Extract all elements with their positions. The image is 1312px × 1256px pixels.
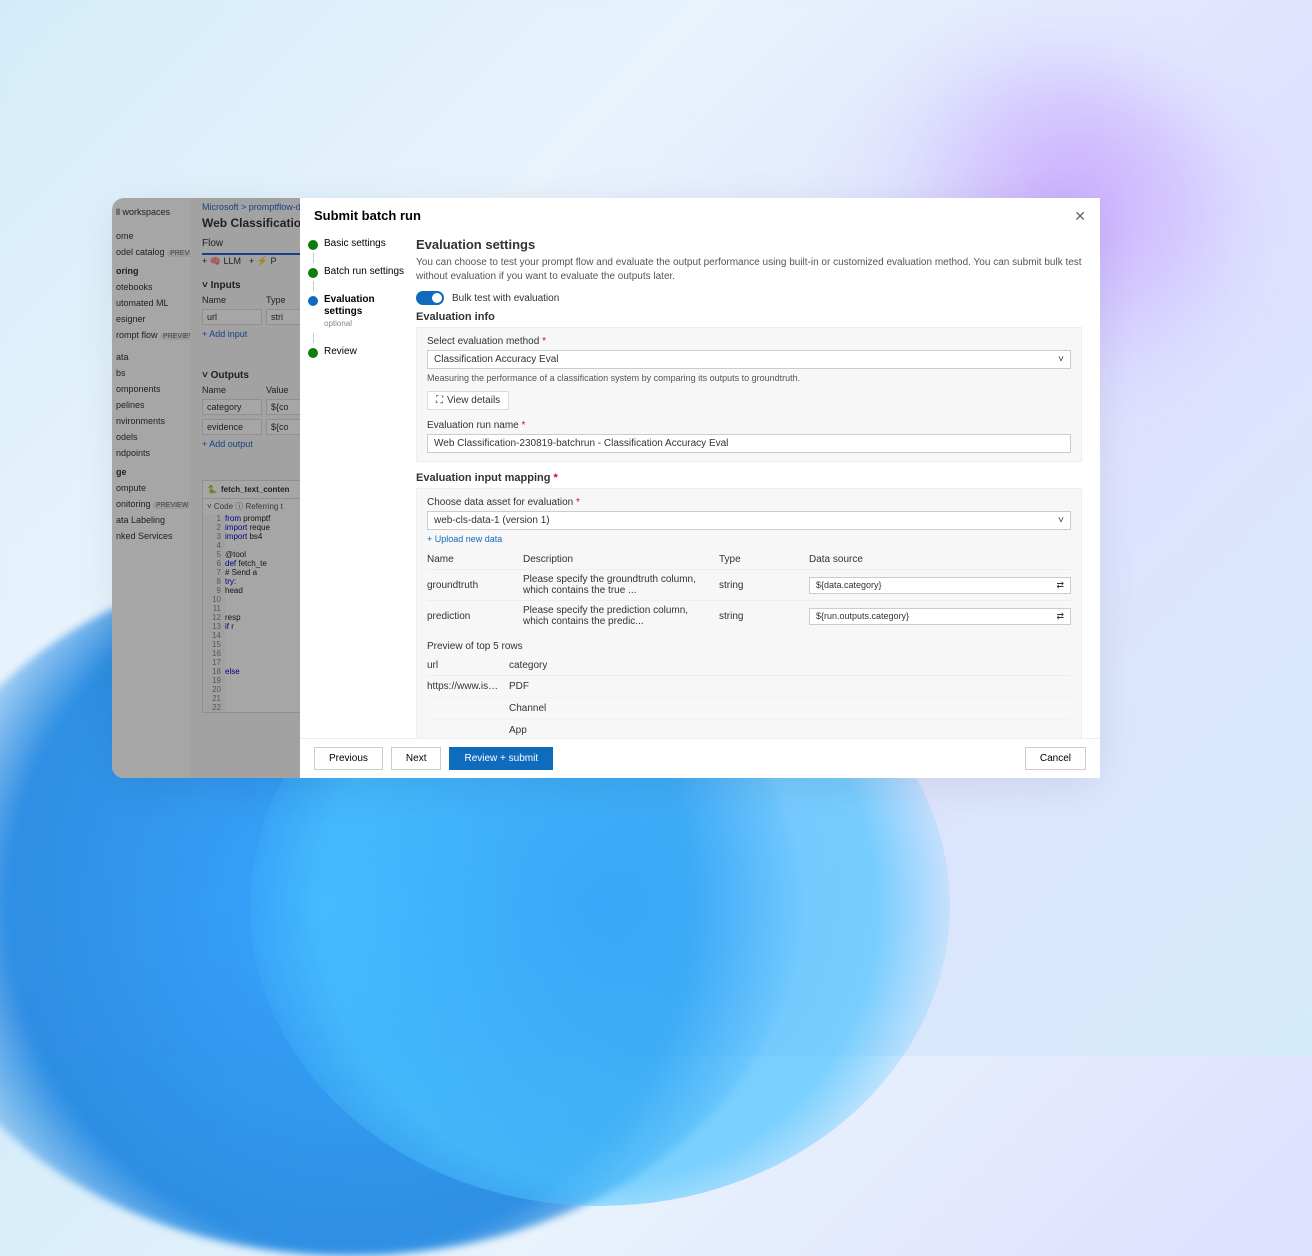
nav-item[interactable]: onitoring PREVIEW [112, 496, 190, 512]
nav-workspaces[interactable]: ll workspaces [112, 204, 190, 220]
preview-row: https://www.isa.org/o...PDF [427, 676, 1071, 698]
output-name[interactable]: category [202, 399, 262, 415]
add-python-button[interactable]: + ⚡ P [249, 256, 276, 267]
nav-item[interactable]: ata Labeling [112, 512, 190, 528]
method-hint: Measuring the performance of a classific… [427, 373, 1071, 383]
toggle-label: Bulk test with evaluation [452, 293, 559, 304]
nav-item[interactable]: ompute [112, 480, 190, 496]
mapping-row: prediction Please specify the prediction… [427, 600, 1071, 631]
evaluation-run-name-input[interactable]: Web Classification-230819-batchrun - Cla… [427, 434, 1071, 453]
sidebar: ll workspaces ome odel catalog PREVIEW o… [112, 198, 190, 778]
checkmark-icon [308, 240, 318, 250]
input-name[interactable]: url [202, 309, 262, 325]
checkmark-icon [308, 268, 318, 278]
nav-item[interactable]: nvironments [112, 413, 190, 429]
nav-item[interactable]: ndpoints [112, 445, 190, 461]
data-source-input[interactable]: ${run.outputs.category}⇄ [809, 608, 1071, 625]
step-basic[interactable]: Basic settings [324, 238, 386, 250]
nav-item[interactable]: otebooks [112, 279, 190, 295]
nav-category: oring [112, 260, 190, 279]
nav-item[interactable]: odels [112, 429, 190, 445]
expand-icon: ⛶ [436, 395, 443, 406]
preview-row: App [427, 720, 1071, 738]
python-icon: 🐍 [207, 485, 217, 494]
evaluation-method-select[interactable]: Classification Accuracy Eval ˅ [427, 350, 1071, 369]
nav-item[interactable]: ome [112, 228, 190, 244]
eval-info-title: Evaluation info [416, 311, 1082, 323]
modal-title: Submit batch run [314, 208, 421, 225]
step-batch[interactable]: Batch run settings [324, 266, 404, 278]
close-icon[interactable]: ✕ [1074, 208, 1086, 225]
output-name[interactable]: evidence [202, 419, 262, 435]
mapping-icon[interactable]: ⇄ [1056, 611, 1064, 622]
nav-item[interactable]: utomated ML [112, 295, 190, 311]
bulk-test-toggle[interactable] [416, 291, 444, 305]
active-step-icon [308, 296, 318, 306]
chevron-down-icon: ˅ [1058, 515, 1064, 526]
mapping-row: groundtruth Please specify the groundtru… [427, 569, 1071, 600]
data-asset-select[interactable]: web-cls-data-1 (version 1) ˅ [427, 511, 1071, 530]
nav-category: ge [112, 461, 190, 480]
nav-item[interactable]: bs [112, 365, 190, 381]
nav-item[interactable]: omponents [112, 381, 190, 397]
review-submit-button[interactable]: Review + submit [449, 747, 553, 770]
next-button[interactable]: Next [391, 747, 442, 770]
preview-title: Preview of top 5 rows [427, 641, 1071, 652]
nav-item[interactable]: ata [112, 349, 190, 365]
submit-batch-run-modal: Submit batch run ✕ Basic settings Batch … [300, 198, 1100, 778]
checkmark-icon [308, 348, 318, 358]
data-source-input[interactable]: ${data.category}⇄ [809, 577, 1071, 594]
breadcrumb[interactable]: Microsoft > promptflow-d [202, 202, 301, 212]
nav-item[interactable]: nked Services [112, 528, 190, 544]
view-details-button[interactable]: ⛶ View details [427, 391, 509, 410]
chevron-down-icon: ˅ [1058, 354, 1064, 365]
nav-item[interactable]: esigner [112, 311, 190, 327]
nav-item[interactable]: pelines [112, 397, 190, 413]
step-eval[interactable]: Evaluation settingsoptional [324, 294, 410, 330]
previous-button[interactable]: Previous [314, 747, 383, 770]
step-review[interactable]: Review [324, 346, 357, 358]
upload-new-data-link[interactable]: + Upload new data [427, 534, 1071, 544]
nav-item[interactable]: rompt flow PREVIEW [112, 327, 190, 343]
mapping-title: Evaluation input mapping [416, 472, 550, 484]
panel-heading: Evaluation settings [416, 237, 1082, 252]
add-llm-button[interactable]: + 🧠 LLM [202, 256, 241, 267]
cancel-button[interactable]: Cancel [1025, 747, 1086, 770]
panel-description: You can choose to test your prompt flow … [416, 256, 1082, 283]
nav-item[interactable]: odel catalog PREVIEW [112, 244, 190, 260]
wizard-steps: Basic settings Batch run settings Evalua… [300, 231, 410, 738]
mapping-icon[interactable]: ⇄ [1056, 580, 1064, 591]
preview-row: Channel [427, 698, 1071, 720]
